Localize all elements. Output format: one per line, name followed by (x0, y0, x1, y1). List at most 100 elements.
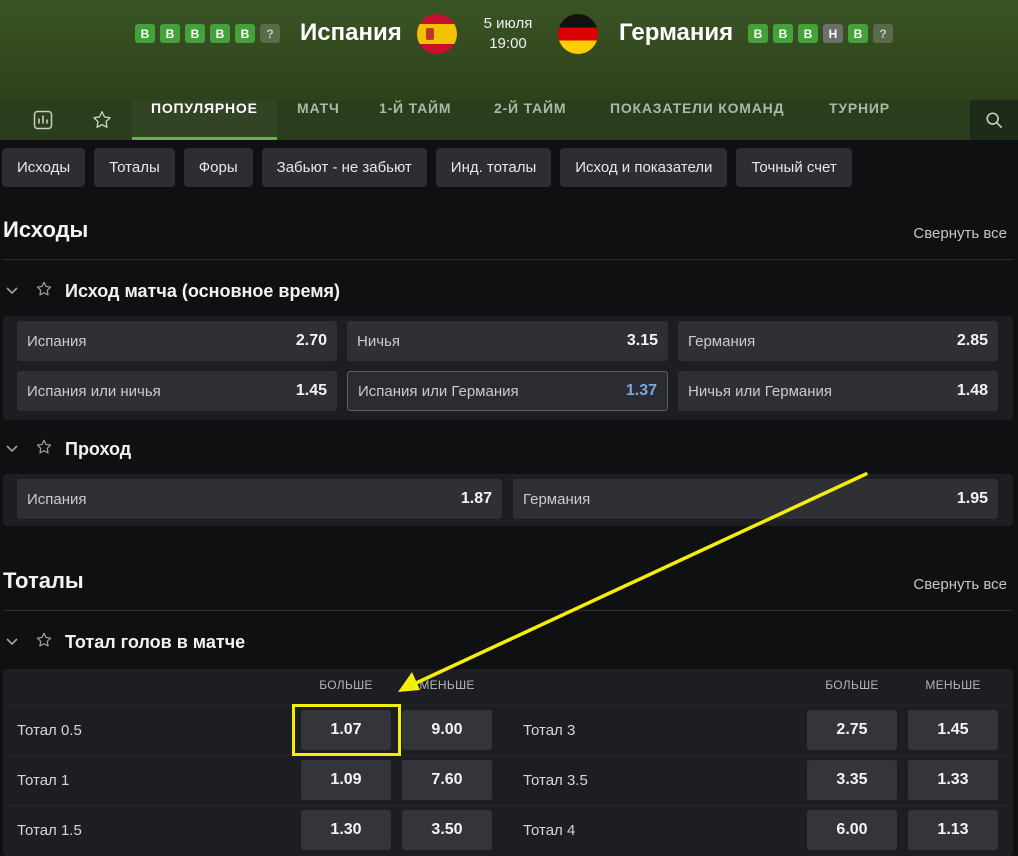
match-header: В В В В В ? Испания 5 июля 19:00 Германи… (0, 0, 1018, 100)
total-under-button[interactable]: 1.13 (908, 810, 998, 850)
total-label: Тотал 1.5 (17, 822, 82, 839)
star-icon[interactable] (81, 100, 123, 140)
tab-popular[interactable]: ПОПУЛЯРНОЕ (132, 100, 277, 140)
form-badge: В (135, 24, 155, 43)
odd-value: 2.70 (295, 332, 327, 349)
odd-button[interactable]: Германия 2.85 (678, 321, 998, 361)
filter-outcome-and-stats[interactable]: Исход и показатели (560, 148, 728, 187)
collapse-all-button[interactable]: Свернуть все (913, 576, 1007, 593)
column-header-under: МЕНЬШЕ (419, 678, 475, 692)
total-under-button[interactable]: 9.00 (402, 710, 492, 750)
row-divider (3, 755, 1013, 756)
market-header-total-goals[interactable]: Тотал голов в матче (5, 631, 245, 654)
filter-both-score[interactable]: Забьют - не забьют (261, 148, 427, 187)
odd-button[interactable]: Ничья или Германия 1.48 (678, 371, 998, 411)
search-button[interactable] (970, 100, 1018, 140)
market-tabs: ПОПУЛЯРНОЕ МАТЧ 1-Й ТАЙМ 2-Й ТАЙМ ПОКАЗА… (0, 100, 1018, 140)
chevron-down-icon[interactable] (5, 635, 23, 650)
form-badge: В (160, 24, 180, 43)
match-datetime: 5 июля 19:00 (478, 14, 538, 54)
odd-button[interactable]: Испания 2.70 (17, 321, 337, 361)
form-badge-unknown: ? (260, 24, 280, 43)
search-icon (986, 112, 1003, 129)
filter-totals[interactable]: Тоталы (94, 148, 175, 187)
form-badge: В (798, 24, 818, 43)
away-team-name[interactable]: Германия (619, 19, 733, 47)
form-badge: В (235, 24, 255, 43)
filter-team-totals[interactable]: Инд. тоталы (435, 148, 552, 187)
section-title-totals: Тоталы (3, 568, 84, 593)
total-label: Тотал 4 (523, 822, 576, 839)
filter-exact-score[interactable]: Точный счет (736, 148, 852, 187)
total-under-button[interactable]: 1.33 (908, 760, 998, 800)
collapse-all-button[interactable]: Свернуть все (913, 225, 1007, 242)
match-time: 19:00 (489, 35, 527, 52)
odd-label: Испания или ничья (27, 382, 161, 400)
column-header-over: БОЛЬШЕ (319, 678, 373, 692)
row-divider (3, 805, 1013, 806)
chevron-down-icon[interactable] (5, 284, 23, 299)
odd-label: Германия (523, 490, 591, 508)
odd-button[interactable]: Испания 1.87 (17, 479, 502, 519)
market-title: Тотал голов в матче (65, 632, 246, 652)
market-header-match-result[interactable]: Исход матча (основное время) (5, 280, 340, 303)
divider (3, 610, 1013, 611)
tab-second-half[interactable]: 2-Й ТАЙМ (494, 100, 566, 140)
statistics-icon[interactable] (22, 100, 64, 140)
chevron-down-icon[interactable] (5, 442, 23, 457)
section-title-outcomes: Исходы (3, 217, 89, 242)
form-badge: В (185, 24, 205, 43)
market-filters: Исходы Тоталы Форы Забьют - не забьют Ин… (2, 148, 852, 187)
total-over-button[interactable]: 1.09 (301, 760, 391, 800)
form-badge-draw: Н (823, 24, 843, 43)
odd-button[interactable]: Испания или ничья 1.45 (17, 371, 337, 411)
odd-button[interactable]: Ничья 3.15 (347, 321, 668, 361)
star-icon[interactable] (35, 631, 61, 654)
odd-button[interactable]: Германия 1.95 (513, 479, 998, 519)
total-label: Тотал 1 (17, 772, 70, 789)
odd-label: Испания или Германия (358, 382, 519, 400)
odd-value: 1.48 (956, 382, 988, 399)
market-title: Исход матча (основное время) (65, 281, 341, 301)
total-over-button[interactable]: 6.00 (807, 810, 897, 850)
form-badge: В (848, 24, 868, 43)
total-under-button[interactable]: 3.50 (402, 810, 492, 850)
odd-value: 2.85 (956, 332, 988, 349)
form-badge: В (210, 24, 230, 43)
form-badge: В (748, 24, 768, 43)
tab-match[interactable]: МАТЧ (297, 100, 340, 140)
home-team-name[interactable]: Испания (300, 19, 402, 47)
column-header-under: МЕНЬШЕ (925, 678, 981, 692)
total-label: Тотал 3.5 (523, 772, 588, 789)
odd-label: Германия (688, 332, 756, 350)
filter-outcomes[interactable]: Исходы (2, 148, 86, 187)
odd-value: 1.37 (625, 382, 657, 399)
away-form: В В В Н В ? (748, 24, 893, 43)
odd-label: Испания (27, 332, 87, 350)
odd-value: 1.87 (460, 490, 492, 507)
market-header-qualify[interactable]: Проход (5, 438, 131, 461)
tab-first-half[interactable]: 1-Й ТАЙМ (379, 100, 451, 140)
star-icon[interactable] (35, 438, 61, 461)
annotation-highlight-box (292, 704, 401, 756)
odd-label: Ничья или Германия (688, 382, 833, 400)
tab-tournament[interactable]: ТУРНИР (829, 100, 890, 140)
odd-button-selected[interactable]: Испания или Германия 1.37 (347, 371, 668, 411)
column-header-over: БОЛЬШЕ (825, 678, 879, 692)
total-over-button[interactable]: 2.75 (807, 710, 897, 750)
spain-flag-icon (417, 14, 457, 54)
total-over-button[interactable]: 1.30 (301, 810, 391, 850)
market-panel: Испания 1.87 Германия 1.95 (3, 474, 1013, 526)
match-date: 5 июля (483, 15, 533, 32)
row-divider (3, 705, 1013, 706)
total-over-button[interactable]: 3.35 (807, 760, 897, 800)
divider (3, 259, 1013, 260)
tab-team-stats[interactable]: ПОКАЗАТЕЛИ КОМАНД (610, 100, 784, 140)
star-icon[interactable] (35, 280, 61, 303)
total-under-button[interactable]: 1.45 (908, 710, 998, 750)
filter-handicaps[interactable]: Форы (183, 148, 253, 187)
total-under-button[interactable]: 7.60 (402, 760, 492, 800)
form-badge-unknown: ? (873, 24, 893, 43)
total-label: Тотал 0.5 (17, 722, 82, 739)
total-label: Тотал 3 (523, 722, 576, 739)
